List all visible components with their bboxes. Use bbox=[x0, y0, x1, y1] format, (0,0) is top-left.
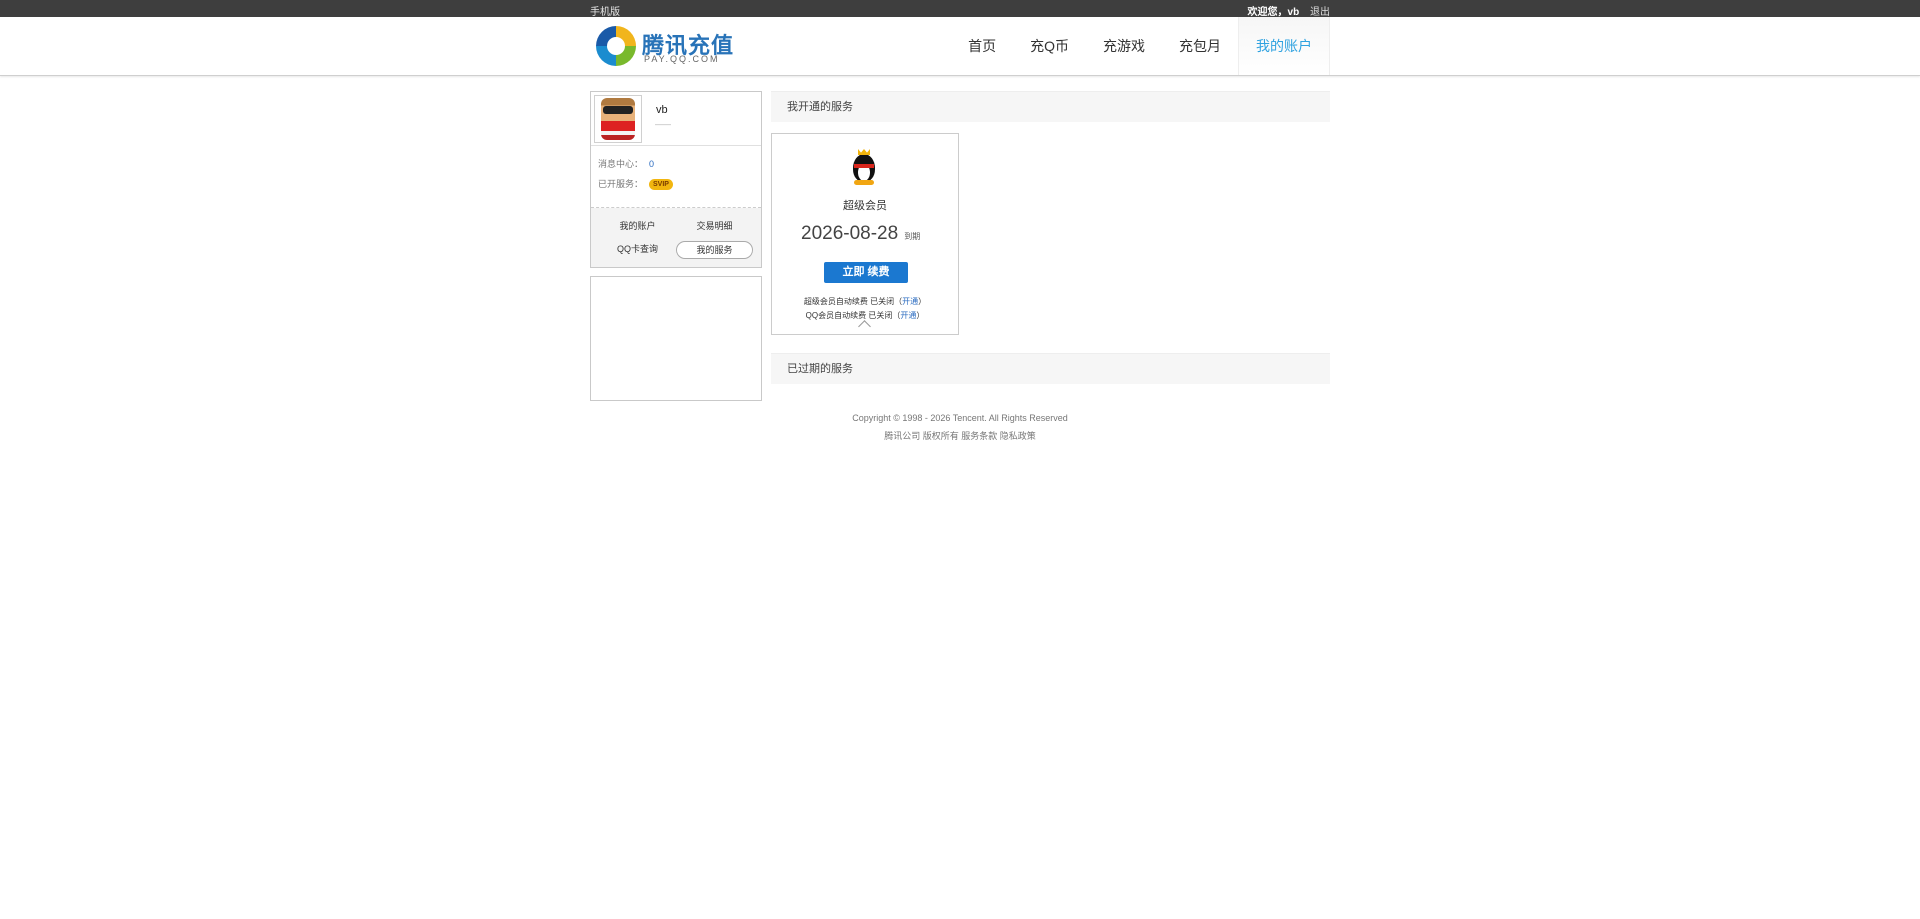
footer: Copyright © 1998 - 2026 Tencent. All Rig… bbox=[0, 409, 1920, 445]
username: vb bbox=[656, 104, 668, 116]
expiry-date: 2026-08-28 到期 bbox=[801, 223, 921, 244]
link-my-services[interactable]: 我的服务 bbox=[676, 241, 753, 259]
avatar[interactable] bbox=[594, 95, 642, 143]
message-center-label: 消息中心： bbox=[598, 159, 644, 169]
header: 腾讯充值 PAY.QQ.COM 首页 充Q币 充游戏 充包月 我的账户 bbox=[0, 17, 1920, 76]
expired-services-title: 已过期的服务 bbox=[771, 353, 1330, 384]
enable-svip-autorenew-link[interactable]: 开通 bbox=[902, 297, 918, 306]
nav-games[interactable]: 充游戏 bbox=[1086, 17, 1162, 75]
user-subtext: —— bbox=[655, 120, 671, 129]
message-count[interactable]: 0 bbox=[649, 159, 654, 169]
nav-monthly[interactable]: 充包月 bbox=[1162, 17, 1238, 75]
logo-subtitle: PAY.QQ.COM bbox=[644, 54, 720, 64]
mobile-version-link[interactable]: 手机版 bbox=[590, 3, 620, 18]
profile-panel: vb —— 消息中心： 0 已开服务： SVIP 我的账户 交易明细 QQ卡查询 我… bbox=[590, 91, 762, 268]
link-my-account[interactable]: 我的账户 bbox=[599, 218, 676, 234]
link-qq-card-query[interactable]: QQ卡查询 bbox=[599, 241, 676, 257]
main-content: vb —— 消息中心： 0 已开服务： SVIP 我的账户 交易明细 QQ卡查询 我… bbox=[590, 91, 1330, 401]
ad-box bbox=[590, 276, 762, 401]
top-bar: 手机版 欢迎您，vb 退出 bbox=[0, 0, 1920, 18]
svip-badge-icon[interactable]: SVIP bbox=[649, 179, 673, 191]
link-transactions[interactable]: 交易明细 bbox=[676, 218, 753, 234]
services-label: 已开服务： bbox=[598, 179, 644, 189]
renew-button[interactable]: 立即 续费 bbox=[824, 262, 908, 283]
auto-renew-qq: QQ会员自动续费 已关闭（开通） bbox=[805, 311, 925, 320]
logo[interactable]: 腾讯充值 PAY.QQ.COM bbox=[596, 26, 736, 70]
auto-renew-svip: 超级会员自动续费 已关闭（开通） bbox=[803, 297, 927, 306]
chevron-up-icon[interactable] bbox=[858, 320, 871, 333]
active-services-title: 我开通的服务 bbox=[771, 91, 1330, 122]
copyright: Copyright © 1998 - 2026 Tencent. All Rig… bbox=[852, 413, 1068, 423]
enable-qq-autorenew-link[interactable]: 开通 bbox=[900, 311, 916, 320]
main-nav: 首页 充Q币 充游戏 充包月 我的账户 bbox=[951, 17, 1330, 75]
services-area: 我开通的服务 超级会员 2026-08-28 到期 立即 续费 超级会员自动续费 … bbox=[771, 91, 1330, 384]
qq-penguin-icon bbox=[850, 149, 878, 187]
service-card: 超级会员 2026-08-28 到期 立即 续费 超级会员自动续费 已关闭（开通）… bbox=[771, 133, 959, 335]
nav-my-account[interactable]: 我的账户 bbox=[1238, 17, 1330, 75]
expiry-suffix: 到期 bbox=[904, 232, 921, 241]
nav-home[interactable]: 首页 bbox=[951, 17, 1013, 75]
logo-icon bbox=[596, 26, 636, 66]
nav-qcoin[interactable]: 充Q币 bbox=[1013, 17, 1086, 75]
account-links: 我的账户 交易明细 QQ卡查询 我的服务 bbox=[591, 208, 761, 267]
footer-links[interactable]: 腾讯公司 版权所有 服务条款 隐私政策 bbox=[0, 427, 1920, 445]
service-name: 超级会员 bbox=[843, 200, 887, 212]
left-sidebar: vb —— 消息中心： 0 已开服务： SVIP 我的账户 交易明细 QQ卡查询 我… bbox=[590, 91, 762, 401]
